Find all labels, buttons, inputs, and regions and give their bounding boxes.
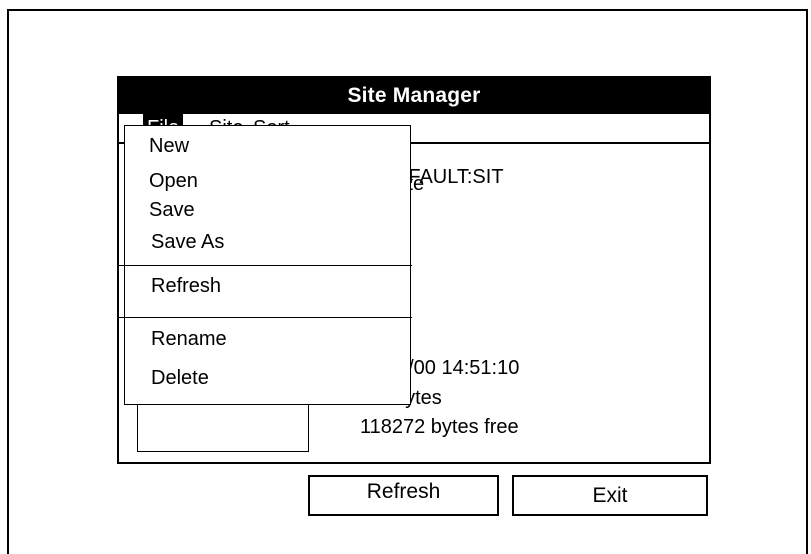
window-title: Site Manager: [119, 78, 709, 114]
file-menu-save-as[interactable]: Save As: [125, 229, 410, 255]
free-space: 118272 bytes free: [360, 416, 519, 438]
file-menu-save[interactable]: Save: [125, 197, 410, 223]
refresh-button-label: Refresh: [366, 479, 441, 503]
menu-separator: [119, 265, 412, 266]
file-menu-open[interactable]: Open: [125, 168, 410, 194]
exit-button-label: Exit: [592, 483, 628, 507]
site-date: 4/00 14:51:10: [397, 357, 520, 379]
file-menu-delete[interactable]: Delete: [125, 365, 410, 391]
file-menu-new[interactable]: New: [125, 133, 410, 159]
file-dropdown-menu: New Open Save Save As Refresh Rename Del…: [119, 125, 412, 405]
exit-button[interactable]: Exit: [512, 475, 708, 516]
refresh-button[interactable]: Refresh: [308, 475, 499, 516]
file-menu-rename[interactable]: Rename: [125, 326, 410, 352]
file-menu-refresh[interactable]: Refresh: [125, 273, 410, 299]
menu-separator: [119, 317, 412, 318]
